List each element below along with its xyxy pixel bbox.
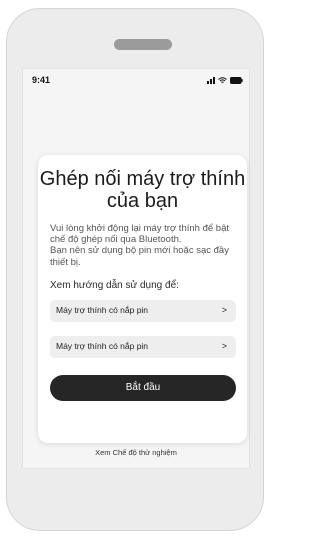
option-battery-door-1[interactable]: Máy trợ thính có nắp pin > <box>50 300 236 322</box>
pairing-description: Vui lòng khởi động lại máy trợ thính để … <box>50 223 240 268</box>
battery-icon <box>230 76 243 84</box>
description-line: Vui lòng khởi động lại máy trợ thính để … <box>50 223 229 246</box>
page-title: Ghép nối máy trợ thính của bạn <box>39 168 246 212</box>
option-label: Máy trợ thính có nắp pin <box>56 341 149 351</box>
description-line: Bạn nên sử dụng bộ pin mới hoặc sạc đầy … <box>50 245 229 268</box>
test-mode-link[interactable]: Xem Chế độ thử nghiệm <box>23 448 249 457</box>
option-battery-door-2[interactable]: Máy trợ thính có nắp pin > <box>50 336 236 358</box>
option-label: Máy trợ thính có nắp pin <box>56 305 149 315</box>
status-bar: 9:41 <box>23 69 249 91</box>
status-icons <box>207 76 243 84</box>
status-time: 9:41 <box>32 75 51 85</box>
guide-label: Xem hướng dẫn sử dụng để: <box>50 280 179 291</box>
chevron-right-icon: > <box>221 305 227 315</box>
pairing-card: Ghép nối máy trợ thính của bạn Vui lòng … <box>38 155 247 443</box>
signal-icon <box>207 76 215 84</box>
app-screen: 9:41 Ghép nối máy trợ thính của bạn Vui … <box>23 69 249 468</box>
phone-speaker <box>114 39 172 50</box>
start-button[interactable]: Bắt đầu <box>50 375 236 401</box>
chevron-right-icon: > <box>221 341 227 351</box>
wifi-icon <box>218 76 227 84</box>
